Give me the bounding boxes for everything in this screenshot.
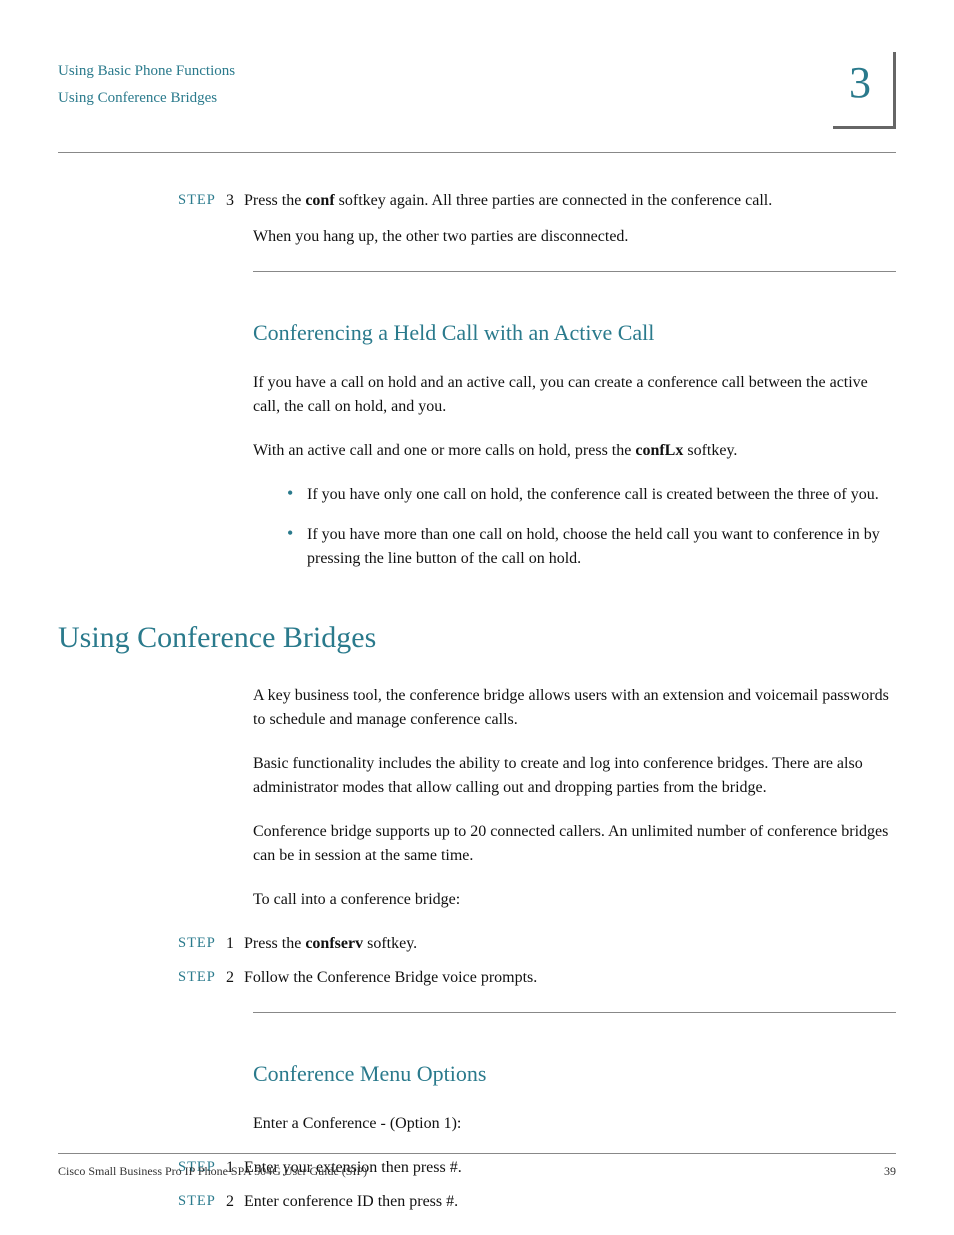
paragraph: With an active call and one or more call… [253,439,896,463]
step-text: Enter conference ID then press #. [244,1190,896,1214]
paragraph: If you have a call on hold and an active… [253,371,896,419]
step-row: STEP 2 Enter conference ID then press #. [178,1190,896,1214]
paragraph: Basic functionality includes the ability… [253,752,896,800]
step-number: 2 [226,966,244,990]
paragraph: A key business tool, the conference brid… [253,684,896,732]
chapter-box: 3 [833,52,896,129]
section-heading: Conference Menu Options [253,1057,896,1090]
breadcrumb-line-2: Using Conference Bridges [58,85,896,112]
page-content: STEP 3 Press the conf softkey again. All… [58,153,896,1214]
page-header: Using Basic Phone Functions Using Confer… [58,58,896,152]
step-row: STEP 3 Press the conf softkey again. All… [178,189,896,213]
breadcrumb-line-1: Using Basic Phone Functions [58,58,896,85]
paragraph: Enter a Conference - (Option 1): [253,1112,896,1136]
section-heading: Conferencing a Held Call with an Active … [253,316,896,349]
step-text: Press the conf softkey again. All three … [244,189,896,213]
page-title: Using Conference Bridges [58,615,896,660]
list-item: If you have only one call on hold, the c… [287,483,896,507]
paragraph: To call into a conference bridge: [253,888,896,912]
step-number: 1 [226,932,244,956]
step-label: STEP [178,189,226,213]
step-label: STEP [178,966,226,990]
section-rule [253,271,896,272]
paragraph: When you hang up, the other two parties … [253,225,896,249]
step-number: 2 [226,1190,244,1214]
step-label: STEP [178,932,226,956]
step-label: STEP [178,1190,226,1214]
paragraph: Conference bridge supports up to 20 conn… [253,820,896,868]
list-item: If you have more than one call on hold, … [287,523,896,571]
step-text: Follow the Conference Bridge voice promp… [244,966,896,990]
chapter-number: 3 [833,52,893,114]
section-rule [253,1012,896,1013]
step-row: STEP 1 Press the confserv softkey. [178,932,896,956]
step-number: 3 [226,189,244,213]
page-footer: Cisco Small Business Pro IP Phone SPA 50… [58,1153,896,1179]
footer-title: Cisco Small Business Pro IP Phone SPA 50… [58,1164,367,1179]
bullet-list: If you have only one call on hold, the c… [287,483,896,571]
step-text: Press the confserv softkey. [244,932,896,956]
step-row: STEP 2 Follow the Conference Bridge voic… [178,966,896,990]
page-number: 39 [884,1164,896,1179]
breadcrumb: Using Basic Phone Functions Using Confer… [58,58,896,112]
